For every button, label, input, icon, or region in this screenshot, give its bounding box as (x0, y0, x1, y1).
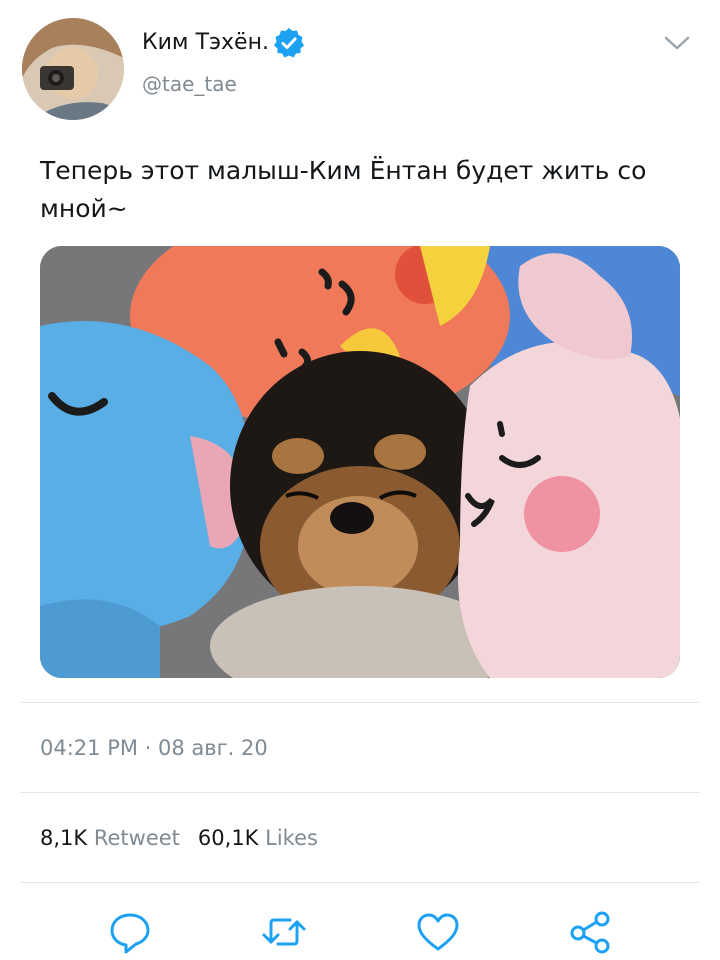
tweet-timestamp[interactable]: 04:21 PM · 08 авг. 20 (40, 736, 268, 760)
verified-badge-icon (272, 26, 306, 60)
retweet-icon[interactable] (260, 908, 308, 956)
tweet-header: Ким Тэхён. @tae_tae (0, 0, 720, 140)
tweet-actions (0, 900, 720, 960)
user-handle[interactable]: @tae_tae (142, 72, 237, 96)
retweet-count-value: 8,1K (40, 826, 88, 850)
divider (20, 702, 700, 703)
tweet-photo[interactable] (40, 246, 680, 678)
like-count-value: 60,1K (197, 826, 259, 850)
share-icon[interactable] (566, 908, 614, 956)
like-count-label: Likes (265, 826, 318, 850)
tweet-text: Теперь этот малыш-Ким Ёнтан будет жить с… (40, 156, 647, 223)
user-display-name[interactable]: Ким Тэхён. (142, 30, 269, 55)
like-count[interactable]: 60,1K Likes (198, 826, 318, 850)
heart-icon[interactable] (414, 908, 462, 956)
reply-icon[interactable] (106, 908, 154, 956)
avatar[interactable] (22, 18, 124, 120)
tweet-stats: 8,1K Retweet 60,1K Likes (40, 826, 318, 850)
divider (20, 792, 700, 793)
retweet-count[interactable]: 8,1K Retweet (40, 826, 180, 850)
chevron-down-icon[interactable] (662, 30, 692, 56)
retweet-count-label: Retweet (93, 826, 180, 850)
divider (20, 882, 700, 883)
